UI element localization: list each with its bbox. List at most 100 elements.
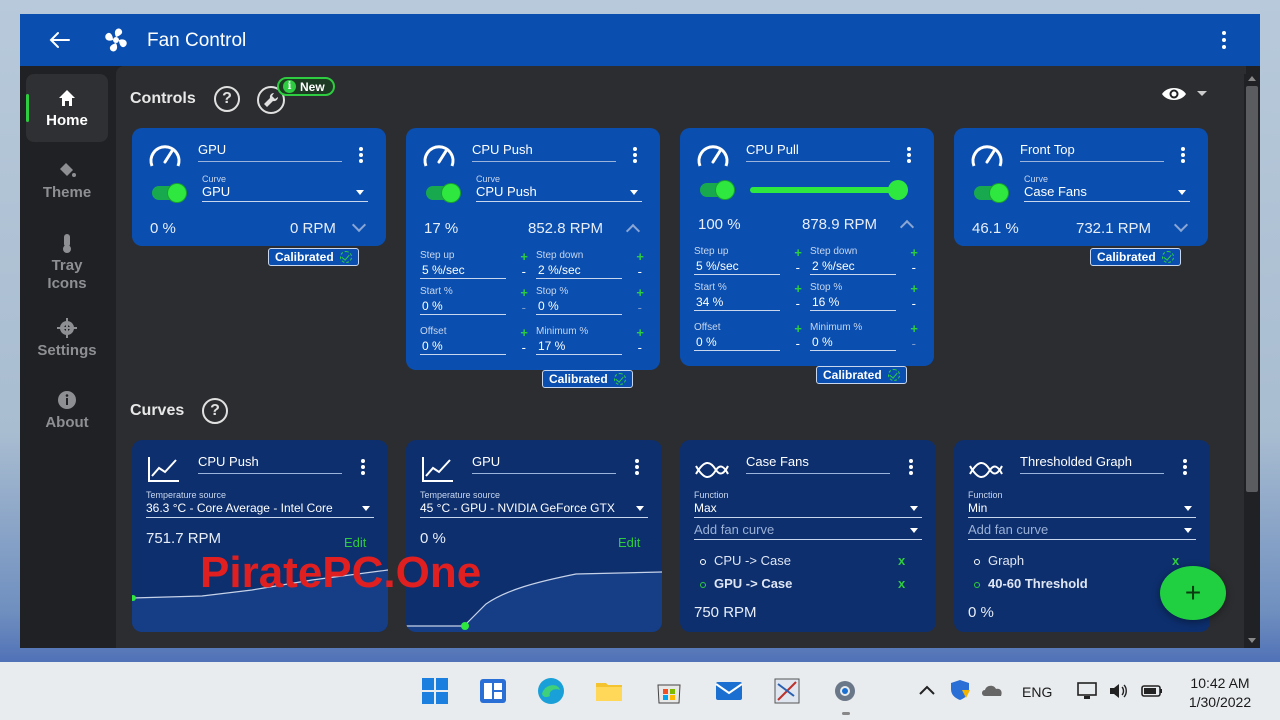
- list-item: CPU -> Case: [700, 553, 791, 568]
- sidebar-item-theme[interactable]: Theme: [26, 146, 108, 214]
- toggle-knob[interactable]: [168, 184, 186, 202]
- increment-button: +: [636, 249, 644, 264]
- collapse-chevron-icon[interactable]: [625, 223, 641, 239]
- sidebar-item-home[interactable]: Home: [26, 74, 108, 142]
- param-step-down[interactable]: Step down 2 %/sec + -: [810, 245, 918, 275]
- visibility-menu-button[interactable]: [1160, 82, 1212, 106]
- widgets-icon[interactable]: [478, 676, 508, 706]
- new-badge-label: New: [300, 79, 325, 94]
- curve-name[interactable]: Case Fans: [746, 454, 890, 474]
- expand-chevron-icon[interactable]: [351, 217, 367, 233]
- gauge-icon: [971, 145, 1003, 167]
- toggle-knob[interactable]: [716, 181, 734, 199]
- sidebar-item-settings[interactable]: Settings: [26, 304, 108, 372]
- language-indicator[interactable]: ENG: [1022, 684, 1052, 700]
- fan-percent: 0 %: [150, 220, 176, 237]
- param-minimum[interactable]: Minimum % 17 % + -: [536, 325, 644, 355]
- param-offset[interactable]: Offset 0 % + -: [694, 321, 802, 351]
- temperature-source-select[interactable]: Temperature source 36.3 °C - Core Averag…: [146, 490, 374, 518]
- card-menu-button[interactable]: [630, 146, 640, 164]
- sidebar-item-about[interactable]: About: [26, 376, 108, 444]
- onedrive-icon[interactable]: [980, 680, 1004, 700]
- decrement-button: -: [795, 260, 800, 275]
- dropdown-caret-icon: [1178, 190, 1186, 195]
- settings-app-icon[interactable]: [830, 676, 860, 706]
- network-icon[interactable]: [1076, 680, 1098, 702]
- card-menu-button[interactable]: [358, 458, 368, 476]
- remove-entry-button[interactable]: x: [898, 553, 905, 568]
- more-options-button[interactable]: [1216, 28, 1232, 52]
- param-step-down[interactable]: Step down 2 %/sec + -: [536, 249, 644, 279]
- remove-entry-button[interactable]: x: [898, 576, 905, 591]
- snipping-tool-icon[interactable]: [772, 676, 802, 706]
- card-menu-button[interactable]: [356, 146, 366, 164]
- increment-button: +: [910, 321, 918, 336]
- edge-browser-icon[interactable]: [536, 676, 566, 706]
- file-explorer-icon[interactable]: [594, 676, 624, 706]
- param-step-up[interactable]: Step up 5 %/sec + -: [420, 249, 528, 279]
- curve-select[interactable]: Curve GPU: [202, 174, 368, 202]
- start-icon[interactable]: [420, 676, 450, 706]
- expand-chevron-icon[interactable]: [1173, 217, 1189, 233]
- param-step-up[interactable]: Step up 5 %/sec + -: [694, 245, 802, 275]
- add-fan-curve-select[interactable]: Add fan curve: [968, 522, 1196, 540]
- back-button[interactable]: [44, 26, 76, 54]
- toggle-knob[interactable]: [990, 184, 1008, 202]
- manual-speed-slider-thumb[interactable]: [888, 180, 908, 200]
- curve-select[interactable]: Curve Case Fans: [1024, 174, 1190, 202]
- card-menu-button[interactable]: [632, 458, 642, 476]
- control-name[interactable]: CPU Push: [472, 142, 616, 162]
- curves-help-button[interactable]: ?: [202, 398, 228, 424]
- increment-button: +: [520, 325, 528, 340]
- curve-select[interactable]: Curve CPU Push: [476, 174, 642, 202]
- param-start[interactable]: Start % 34 % + -: [694, 281, 802, 311]
- param-stop[interactable]: Stop % 0 % + -: [536, 285, 644, 315]
- curve-name[interactable]: GPU: [472, 454, 616, 474]
- title-bar: Fan Control: [20, 14, 1260, 66]
- security-shield-icon[interactable]: [948, 678, 972, 702]
- control-name[interactable]: Front Top: [1020, 142, 1164, 162]
- check-icon: [613, 373, 626, 385]
- mail-icon[interactable]: [714, 676, 744, 706]
- bullet-icon: [974, 581, 980, 588]
- chevron-up-icon[interactable]: [916, 680, 938, 702]
- collapse-chevron-icon[interactable]: [899, 219, 915, 235]
- manual-speed-slider-track[interactable]: [750, 187, 902, 193]
- temperature-source-select[interactable]: Temperature source 45 °C - GPU - NVIDIA …: [420, 490, 648, 518]
- dropdown-caret-icon: [356, 190, 364, 195]
- control-name[interactable]: CPU Pull: [746, 142, 890, 162]
- battery-icon[interactable]: [1140, 680, 1164, 702]
- dropdown-caret-icon: [910, 506, 918, 511]
- param-start[interactable]: Start % 0 % + -: [420, 285, 528, 315]
- home-icon: [59, 89, 75, 106]
- param-offset[interactable]: Offset 0 % + -: [420, 325, 528, 355]
- param-minimum[interactable]: Minimum % 0 % + -: [810, 321, 918, 351]
- card-menu-button[interactable]: [906, 458, 916, 476]
- dropdown-caret-icon: [1184, 506, 1192, 511]
- scroll-down-icon[interactable]: [1248, 638, 1256, 643]
- volume-icon[interactable]: [1108, 680, 1130, 702]
- function-select[interactable]: Function Min: [968, 490, 1196, 518]
- function-select[interactable]: Function Max: [694, 490, 922, 518]
- curve-output-value: 0 %: [420, 530, 446, 547]
- controls-help-button[interactable]: ?: [214, 86, 240, 112]
- store-icon[interactable]: [654, 676, 684, 706]
- increment-button: +: [910, 281, 918, 296]
- scroll-up-icon[interactable]: [1248, 76, 1256, 81]
- control-name[interactable]: GPU: [198, 142, 342, 162]
- curve-name[interactable]: CPU Push: [198, 454, 342, 474]
- card-menu-button[interactable]: [1180, 458, 1190, 476]
- add-fan-curve-select[interactable]: Add fan curve: [694, 522, 922, 540]
- sidebar-item-tray-icons[interactable]: Tray Icons: [26, 224, 108, 300]
- remove-entry-button[interactable]: x: [1172, 553, 1179, 568]
- card-menu-button[interactable]: [904, 146, 914, 164]
- bullet-icon: [700, 558, 706, 565]
- add-button[interactable]: +: [1160, 566, 1226, 620]
- card-menu-button[interactable]: [1178, 146, 1188, 164]
- taskbar-clock[interactable]: 10:42 AM 1/30/2022: [1180, 674, 1260, 712]
- curve-name[interactable]: Thresholded Graph: [1020, 454, 1164, 474]
- toggle-knob[interactable]: [442, 184, 460, 202]
- scrollbar-thumb[interactable]: [1246, 86, 1258, 492]
- param-stop[interactable]: Stop % 16 % + -: [810, 281, 918, 311]
- edit-curve-button[interactable]: Edit: [618, 535, 640, 550]
